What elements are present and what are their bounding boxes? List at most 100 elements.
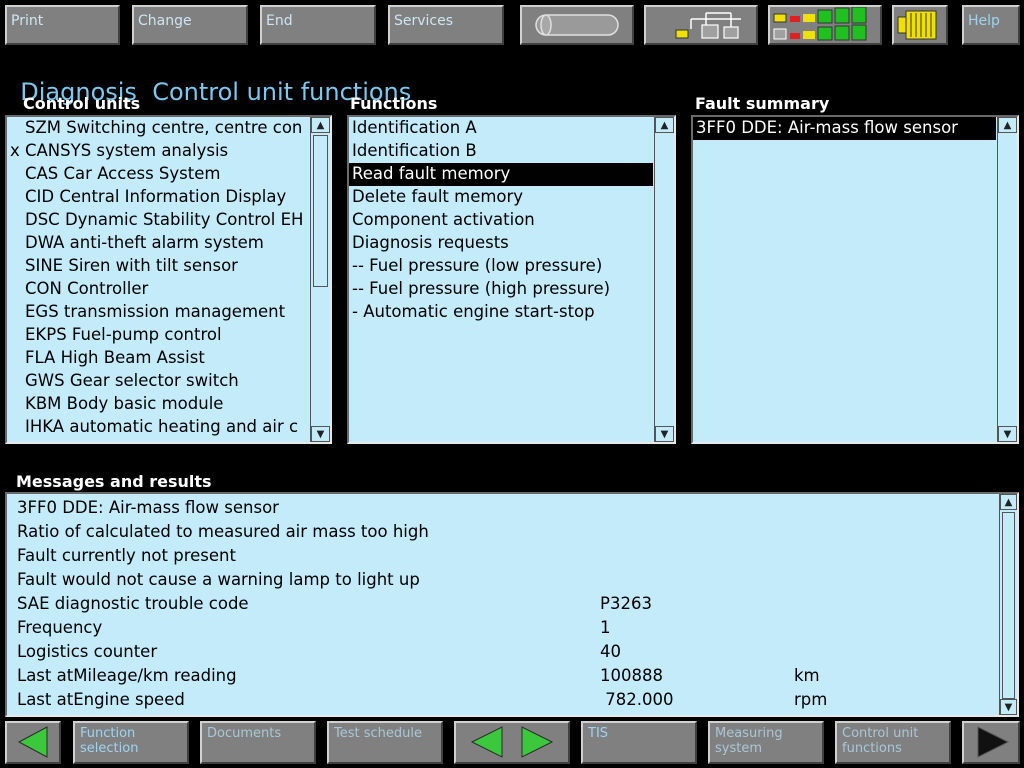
message-text: Frequency [17, 618, 103, 637]
message-text: Logistics counter [17, 642, 158, 661]
message-text: Ratio of calculated to measured air mass… [17, 522, 429, 541]
function-item[interactable]: Diagnosis requests [349, 232, 653, 255]
function-item[interactable]: Component activation [349, 209, 653, 232]
control-unit-item[interactable]: CAS Car Access System [7, 163, 313, 186]
forward-button[interactable] [962, 721, 1020, 764]
scroll-down-arrow-icon[interactable]: ▼ [655, 426, 674, 442]
function-item[interactable]: Identification B [349, 140, 653, 163]
scroll-up-arrow-icon[interactable]: ▲ [311, 117, 330, 133]
control-unit-item[interactable]: FLA High Beam Assist [7, 347, 313, 370]
tis-button[interactable]: TIS [581, 721, 697, 764]
function-item[interactable]: -- Fuel pressure (high pressure) [349, 278, 653, 301]
network-icon [675, 12, 741, 39]
message-value: P3263 [600, 594, 652, 613]
back-button[interactable] [5, 721, 61, 764]
measurement-tube-button[interactable] [520, 5, 634, 45]
services-button[interactable]: Services [388, 5, 504, 45]
function-item[interactable]: - Automatic engine start-stop [349, 301, 653, 324]
page-navigation-button[interactable] [454, 721, 570, 764]
fault-summary-list: 3FF0 DDE: Air-mass flow sensor ▲ ▼ [691, 115, 1019, 444]
control-unit-item[interactable]: x CANSYS system analysis [7, 140, 313, 163]
scroll-up-arrow-icon[interactable]: ▲ [998, 117, 1017, 133]
change-button[interactable]: Change [132, 5, 248, 45]
control-unit-item[interactable]: IHKA automatic heating and air c [7, 416, 313, 439]
message-text: Fault would not cause a warning lamp to … [17, 570, 420, 589]
control-unit-item[interactable]: CON Controller [7, 278, 313, 301]
control-unit-label: EGS transmission management [25, 302, 286, 321]
scroll-down-arrow-icon[interactable]: ▼ [1000, 699, 1017, 715]
functions-items: Identification A Identification B Read fau… [349, 117, 653, 324]
functions-scrollbar[interactable]: ▲ ▼ [654, 117, 674, 442]
control-units-list: SZM Switching centre, centre con x CANSYS … [5, 115, 332, 444]
fault-summary-label: Fault summary [695, 94, 830, 113]
function-item[interactable]: Delete fault memory [349, 186, 653, 209]
message-text: Last atMileage/km reading [17, 666, 237, 685]
fault-summary-items: 3FF0 DDE: Air-mass flow sensor [693, 117, 996, 140]
control-unit-label: SINE Siren with tilt sensor [25, 256, 238, 275]
control-unit-item[interactable]: SZM Switching centre, centre con [7, 117, 313, 140]
measuring-system-button[interactable]: Measuring system [708, 721, 824, 764]
scroll-down-arrow-icon[interactable]: ▼ [998, 426, 1017, 442]
selection-mark: x [10, 141, 20, 160]
control-unit-label: CON Controller [25, 279, 149, 298]
control-units-scrollbar[interactable]: ▲ ▼ [310, 117, 330, 442]
message-text: SAE diagnostic trouble code [17, 594, 249, 613]
scroll-down-arrow-icon[interactable]: ▼ [311, 426, 330, 442]
control-unit-label: IHKA automatic heating and air c [25, 417, 299, 436]
functions-list: Identification A Identification B Read fau… [347, 115, 676, 444]
control-unit-item[interactable]: KBM Body basic module [7, 393, 313, 416]
function-item[interactable]: Read fault memory [349, 163, 653, 186]
network-connection-button[interactable] [644, 5, 758, 45]
control-unit-label: DSC Dynamic Stability Control EH [25, 210, 304, 229]
control-unit-label: CID Central Information Display [25, 187, 287, 206]
help-button[interactable]: Help [962, 5, 1020, 45]
fault-summary-scrollbar[interactable]: ▲ ▼ [997, 117, 1017, 442]
arrow-left-right-icon [470, 726, 554, 758]
messages-scrollbar[interactable]: ▲ ▼ [999, 494, 1017, 715]
documents-button[interactable]: Documents [200, 721, 316, 764]
control-units-label: Control units [23, 94, 141, 113]
scroll-thumb[interactable] [313, 135, 328, 287]
control-unit-item[interactable]: EGS transmission management [7, 301, 313, 324]
message-value: 782.000 [600, 690, 674, 709]
arrow-right-icon [977, 726, 1010, 758]
test-schedule-button[interactable]: Test schedule [327, 721, 443, 764]
control-unit-label: EKPS Fuel-pump control [25, 325, 222, 344]
message-unit: km [794, 666, 820, 685]
arrow-left-icon [17, 726, 48, 758]
signal-status-icon [773, 6, 867, 41]
control-unit-item[interactable]: EKPS Fuel-pump control [7, 324, 313, 347]
control-unit-item[interactable]: GWS Gear selector switch [7, 370, 313, 393]
message-unit: rpm [794, 690, 828, 709]
control-unit-item[interactable]: SINE Siren with tilt sensor [7, 255, 313, 278]
control-unit-functions-button[interactable]: Control unit functions [835, 721, 951, 764]
scroll-up-arrow-icon[interactable]: ▲ [1000, 494, 1017, 510]
function-item[interactable]: Identification A [349, 117, 653, 140]
control-unit-item[interactable]: CID Central Information Display [7, 186, 313, 209]
functions-label: Functions [350, 94, 438, 113]
tube-icon [535, 14, 619, 36]
connector-icon [897, 10, 937, 40]
control-unit-label: FLA High Beam Assist [25, 348, 205, 367]
control-unit-label: SZM Switching centre, centre con [25, 118, 303, 137]
control-unit-label: CANSYS system analysis [25, 141, 229, 160]
connector-button[interactable] [892, 5, 948, 45]
message-value: 100888 [600, 666, 663, 685]
message-value: 40 [600, 642, 621, 661]
end-button[interactable]: End [260, 5, 376, 45]
scroll-thumb[interactable] [1002, 512, 1015, 699]
message-text: Last atEngine speed [17, 690, 185, 709]
scroll-up-arrow-icon[interactable]: ▲ [655, 117, 674, 133]
function-item[interactable]: -- Fuel pressure (low pressure) [349, 255, 653, 278]
messages-label: Messages and results [16, 472, 212, 491]
fault-summary-item[interactable]: 3FF0 DDE: Air-mass flow sensor [693, 117, 996, 140]
control-unit-item[interactable]: DSC Dynamic Stability Control EH [7, 209, 313, 232]
control-unit-label: GWS Gear selector switch [25, 371, 239, 390]
message-text: 3FF0 DDE: Air-mass flow sensor [17, 498, 279, 517]
control-unit-item[interactable]: DWA anti-theft alarm system [7, 232, 313, 255]
message-text: Fault currently not present [17, 546, 236, 565]
function-selection-button[interactable]: Function selection [73, 721, 189, 764]
control-units-items: SZM Switching centre, centre con x CANSYS … [7, 117, 313, 439]
print-button[interactable]: Print [5, 5, 120, 45]
control-unit-label: KBM Body basic module [25, 394, 224, 413]
